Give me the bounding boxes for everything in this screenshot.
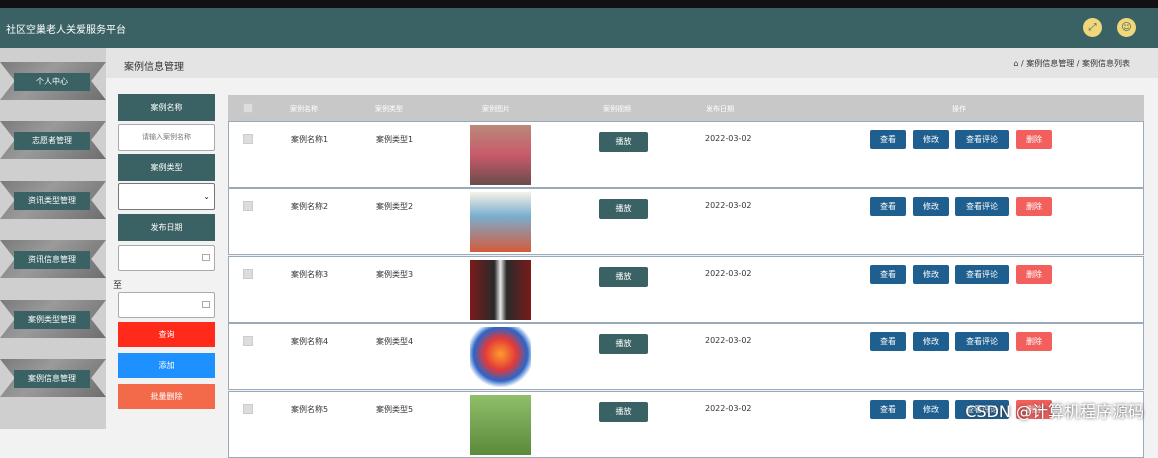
edit-button[interactable]: 修改 — [913, 332, 949, 351]
top-header: 社区空巢老人关爱服务平台 ⤢ ☺ — [0, 8, 1158, 48]
column-header-video: 案例视频 — [603, 105, 631, 113]
sidebar-item-label: 资讯信息管理 — [14, 251, 90, 269]
case-image — [470, 395, 531, 455]
batch-delete-button[interactable]: 批量删除 — [118, 384, 215, 409]
publish-date-cell: 2022-03-02 — [705, 134, 752, 143]
delete-button[interactable]: 删除 — [1016, 332, 1052, 351]
column-header-name[interactable]: 案例名称 — [290, 104, 318, 114]
sidebar-item-label: 个人中心 — [14, 73, 90, 91]
edit-button[interactable]: 修改 — [913, 400, 949, 419]
case-image — [470, 260, 531, 320]
calendar-icon — [202, 254, 210, 261]
page-header: 案例信息管理 ⌂ / 案例信息管理 / 案例信息列表 — [106, 48, 1158, 78]
type-filter-label: 案例类型 — [118, 154, 215, 181]
view-button[interactable]: 查看 — [870, 197, 906, 216]
case-type-cell: 案例类型4 — [376, 337, 414, 346]
case-name-cell: 案例名称5 — [291, 405, 329, 414]
view-button[interactable]: 查看 — [870, 130, 906, 149]
case-type-cell: 案例类型1 — [376, 135, 414, 144]
app-title: 社区空巢老人关爱服务平台 — [6, 25, 126, 36]
case-name-cell: 案例名称2 — [291, 202, 329, 211]
column-header-actions: 操作 — [952, 105, 966, 113]
sidebar-item-personal[interactable]: 个人中心 — [0, 56, 106, 106]
home-icon[interactable]: ⌂ — [1013, 59, 1018, 68]
date-start-input[interactable] — [118, 245, 215, 271]
sidebar-item-label: 案例类型管理 — [14, 311, 90, 329]
edit-button[interactable]: 修改 — [913, 197, 949, 216]
row-checkbox[interactable] — [243, 269, 253, 279]
sidebar-item-label: 志愿者管理 — [14, 132, 90, 150]
sidebar-item-label: 案例信息管理 — [14, 370, 90, 388]
publish-date-cell: 2022-03-02 — [705, 404, 752, 413]
table-row: 案例名称4 案例类型4 播放 2022-03-02 查看 修改 查看评论 删除 — [228, 323, 1144, 390]
delete-button[interactable]: 删除 — [1016, 265, 1052, 284]
sidebar-item-news-types[interactable]: 资讯类型管理 — [0, 175, 106, 225]
case-name-cell: 案例名称4 — [291, 337, 329, 346]
type-select[interactable]: ⌄ — [118, 183, 215, 210]
search-button[interactable]: 查询 — [118, 322, 215, 347]
page-title: 案例信息管理 — [124, 62, 184, 73]
case-image — [470, 192, 531, 252]
sidebar-item-label: 资讯类型管理 — [14, 192, 90, 210]
edit-button[interactable]: 修改 — [913, 265, 949, 284]
table-header: 案例名称 案例类型 案例图片 案例视频 发布日期 操作 — [228, 95, 1144, 121]
play-video-button[interactable]: 播放 — [599, 402, 648, 422]
case-name-cell: 案例名称3 — [291, 270, 329, 279]
publish-date-cell: 2022-03-02 — [705, 201, 752, 210]
sidebar-item-case-info[interactable]: 案例信息管理 — [0, 353, 106, 403]
view-comments-button[interactable]: 查看评论 — [955, 332, 1009, 351]
select-all-checkbox[interactable] — [243, 103, 253, 113]
view-button[interactable]: 查看 — [870, 265, 906, 284]
publish-date-cell: 2022-03-02 — [705, 269, 752, 278]
name-search-input[interactable]: 请输入案例名称 — [118, 124, 215, 151]
watermark-text: CSDN @计算机程序源码 — [965, 402, 1144, 421]
play-video-button[interactable]: 播放 — [599, 132, 648, 152]
table-row: 案例名称3 案例类型3 播放 2022-03-02 查看 修改 查看评论 删除 — [228, 256, 1144, 323]
top-black-strip — [0, 0, 1158, 8]
sidebar-item-volunteers[interactable]: 志愿者管理 — [0, 115, 106, 165]
calendar-icon — [202, 301, 210, 308]
play-video-button[interactable]: 播放 — [599, 334, 648, 354]
sidebar-item-case-types[interactable]: 案例类型管理 — [0, 294, 106, 344]
date-range-separator: 至 — [113, 281, 123, 291]
row-checkbox[interactable] — [243, 336, 253, 346]
edit-button[interactable]: 修改 — [913, 130, 949, 149]
case-type-cell: 案例类型2 — [376, 202, 414, 211]
play-video-button[interactable]: 播放 — [599, 267, 648, 287]
view-comments-button[interactable]: 查看评论 — [955, 130, 1009, 149]
view-button[interactable]: 查看 — [870, 400, 906, 419]
case-image — [470, 125, 531, 185]
row-checkbox[interactable] — [243, 201, 253, 211]
row-checkbox[interactable] — [243, 404, 253, 414]
fullscreen-icon[interactable]: ⤢ — [1083, 18, 1102, 37]
date-filter-label: 发布日期 — [118, 214, 215, 241]
view-comments-button[interactable]: 查看评论 — [955, 197, 1009, 216]
case-name-cell: 案例名称1 — [291, 135, 329, 144]
sidebar-item-news-info[interactable]: 资讯信息管理 — [0, 234, 106, 284]
sidebar: 个人中心 志愿者管理 资讯类型管理 资讯信息管理 案例类型管理 案例信息管理 — [0, 48, 106, 429]
case-type-cell: 案例类型3 — [376, 270, 414, 279]
case-image — [470, 327, 531, 387]
case-type-cell: 案例类型5 — [376, 405, 414, 414]
column-header-type[interactable]: 案例类型 — [375, 104, 403, 114]
user-icon[interactable]: ☺ — [1117, 18, 1136, 37]
date-end-input[interactable] — [118, 292, 215, 318]
breadcrumb: ⌂ / 案例信息管理 / 案例信息列表 — [1013, 58, 1130, 69]
play-video-button[interactable]: 播放 — [599, 199, 648, 219]
table-row: 案例名称2 案例类型2 播放 2022-03-02 查看 修改 查看评论 删除 — [228, 188, 1144, 255]
breadcrumb-text: / 案例信息管理 / 案例信息列表 — [1020, 59, 1130, 68]
add-button[interactable]: 添加 — [118, 353, 215, 378]
name-filter-label: 案例名称 — [118, 94, 215, 121]
column-header-date[interactable]: 发布日期 — [706, 104, 734, 114]
view-comments-button[interactable]: 查看评论 — [955, 265, 1009, 284]
row-checkbox[interactable] — [243, 134, 253, 144]
chevron-down-icon: ⌄ — [203, 192, 210, 201]
view-button[interactable]: 查看 — [870, 332, 906, 351]
publish-date-cell: 2022-03-02 — [705, 336, 752, 345]
column-header-image: 案例图片 — [482, 105, 510, 113]
delete-button[interactable]: 删除 — [1016, 197, 1052, 216]
delete-button[interactable]: 删除 — [1016, 130, 1052, 149]
table-row: 案例名称1 案例类型1 播放 2022-03-02 查看 修改 查看评论 删除 — [228, 121, 1144, 188]
